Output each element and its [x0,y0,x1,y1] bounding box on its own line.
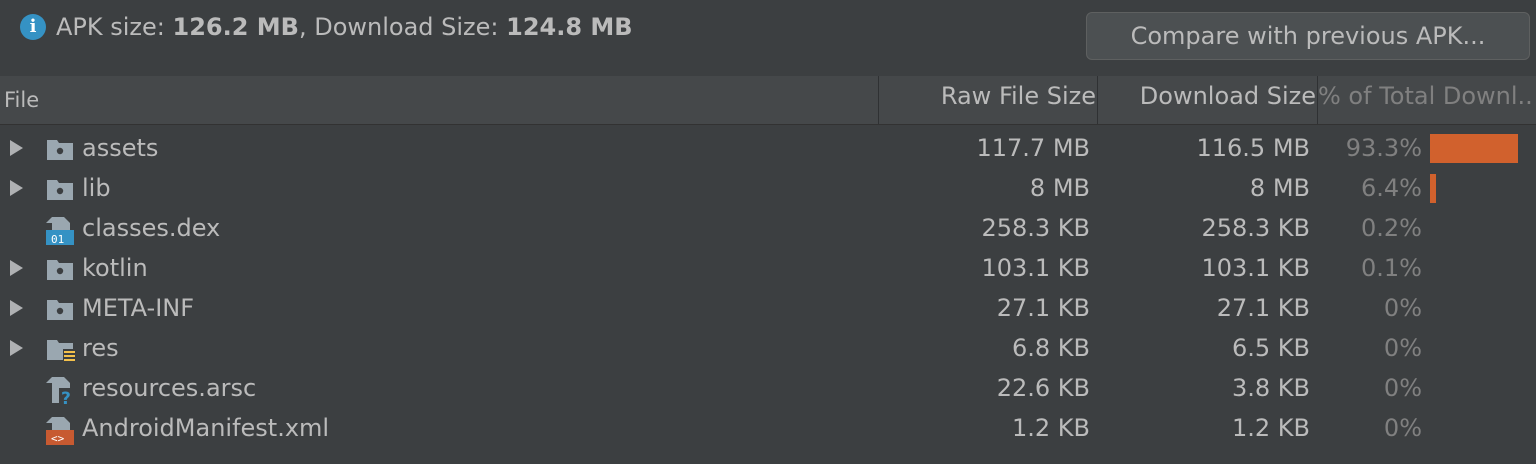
raw-file-size: 258.3 KB [981,214,1090,242]
percent-of-total: 0% [1383,414,1422,442]
download-size: 116.5 MB [1196,134,1310,162]
percent-of-total: 0.2% [1361,214,1422,242]
percent-of-total: 0% [1383,334,1422,362]
download-size: 27.1 KB [1216,294,1310,322]
apk-summary-bar: i APK size: 126.2 MB, Download Size: 124… [0,0,1536,76]
svg-text:01: 01 [51,233,64,246]
raw-file-size: 22.6 KB [996,374,1090,402]
folder-icon [46,296,74,322]
file-name: lib [82,174,111,202]
apk-size-label: APK size: [56,13,173,41]
raw-file-size: 117.7 MB [976,134,1090,162]
folder-icon [46,136,74,162]
column-divider[interactable] [878,76,879,124]
file-name: META-INF [82,294,195,322]
info-icon: i [20,14,46,40]
size-share-bar [1430,174,1436,203]
file-name: resources.arsc [82,374,257,402]
size-share-bar [1430,134,1518,163]
raw-file-size: 8 MB [1029,174,1090,202]
column-header-download-size[interactable]: Download Size [1098,76,1316,124]
table-row[interactable]: <> AndroidManifest.xml 1.2 KB 1.2 KB 0% [0,408,1536,448]
download-size: 103.1 KB [1201,254,1310,282]
svg-text:?: ? [61,389,71,406]
column-header-percent-of-total[interactable]: % of Total Downl... [1318,76,1532,124]
table-row[interactable]: META-INF 27.1 KB 27.1 KB 0% [0,288,1536,328]
percent-of-total: 0.1% [1361,254,1422,282]
raw-file-size: 6.8 KB [1012,334,1090,362]
file-name: classes.dex [82,214,221,242]
folder-icon [46,256,74,282]
compare-with-previous-apk-button[interactable]: Compare with previous APK... [1086,12,1530,60]
download-size-label: , Download Size: [298,13,507,41]
table-row[interactable]: assets 117.7 MB 116.5 MB 93.3% [0,128,1536,168]
expand-arrow-icon[interactable] [10,340,23,356]
download-size-value: 124.8 MB [506,13,633,41]
raw-file-size: 27.1 KB [996,294,1090,322]
percent-of-total: 0% [1383,294,1422,322]
svg-text:<>: <> [51,432,65,445]
resource-folder-icon [46,336,76,363]
xml-file-icon: <> [46,416,74,445]
file-name: kotlin [82,254,148,282]
table-row[interactable]: 01 classes.dex 258.3 KB 258.3 KB 0.2% [0,208,1536,248]
dex-file-icon: 01 [46,216,74,246]
percent-of-total: 6.4% [1361,174,1422,202]
raw-file-size: 103.1 KB [981,254,1090,282]
table-row[interactable]: res 6.8 KB 6.5 KB 0% [0,328,1536,368]
download-size: 6.5 KB [1232,334,1310,362]
file-name: res [82,334,119,362]
file-tree: assets 117.7 MB 116.5 MB 93.3% lib 8 MB 8 MB 6.… [0,128,1536,448]
table-row[interactable]: lib 8 MB 8 MB 6.4% [0,168,1536,208]
table-row[interactable]: kotlin 103.1 KB 103.1 KB 0.1% [0,248,1536,288]
download-size: 8 MB [1249,174,1310,202]
percent-of-total: 93.3% [1345,134,1422,162]
expand-arrow-icon[interactable] [10,300,23,316]
apk-size-value: 126.2 MB [172,13,299,41]
unknown-file-icon: ? [46,376,75,409]
expand-arrow-icon[interactable] [10,140,23,156]
download-size: 1.2 KB [1232,414,1310,442]
download-size: 3.8 KB [1232,374,1310,402]
table-row[interactable]: ? resources.arsc 22.6 KB 3.8 KB 0% [0,368,1536,409]
file-name: AndroidManifest.xml [82,414,330,442]
table-header: File Raw File Size Download Size % of To… [0,76,1536,125]
download-size: 258.3 KB [1201,214,1310,242]
expand-arrow-icon[interactable] [10,260,23,276]
expand-arrow-icon[interactable] [10,180,23,196]
apk-size-summary: APK size: 126.2 MB, Download Size: 124.8… [56,12,633,42]
percent-of-total: 0% [1383,374,1422,402]
file-name: assets [82,134,159,162]
column-header-file[interactable]: File [4,76,39,124]
folder-icon [46,176,74,202]
column-header-raw-file-size[interactable]: Raw File Size [880,76,1096,124]
raw-file-size: 1.2 KB [1012,414,1090,442]
